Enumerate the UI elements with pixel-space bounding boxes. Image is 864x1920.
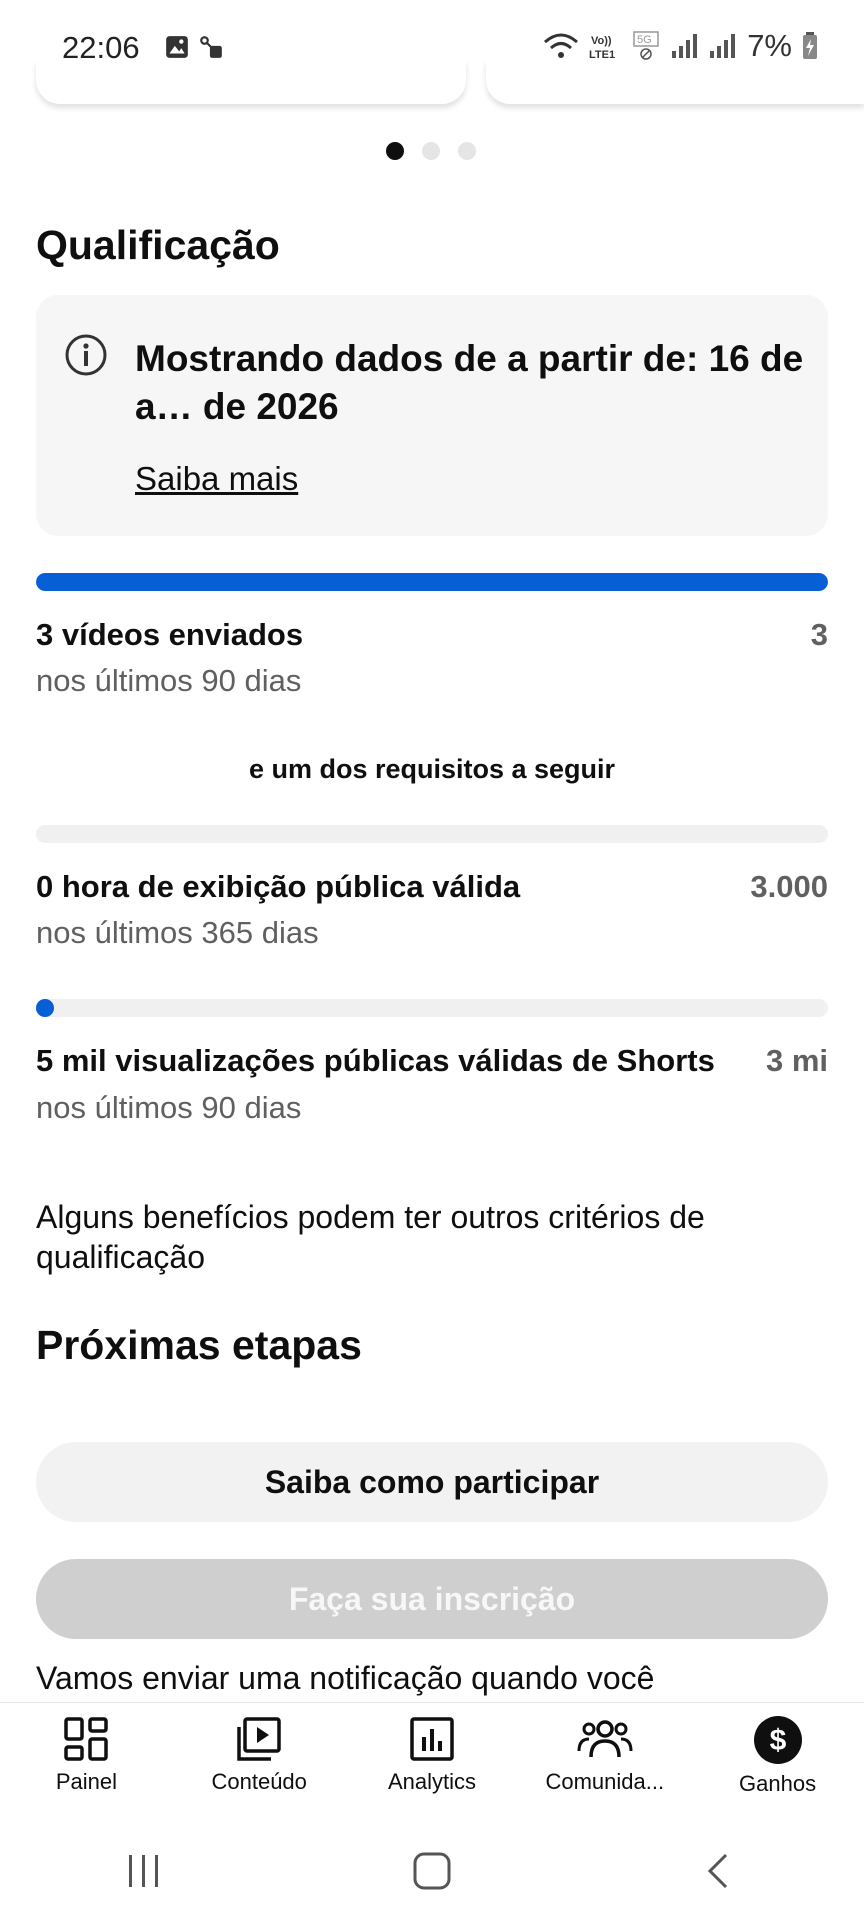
benefit-note: Alguns benefícios podem ter outros crité… [36, 1199, 705, 1275]
requirement-target: 3.000 [750, 869, 828, 904]
section-title-qualification: Qualificação [36, 222, 280, 268]
info-icon [65, 334, 107, 376]
carousel-dot[interactable] [386, 142, 404, 160]
nav-item-dashboard[interactable]: Painel [0, 1703, 173, 1823]
info-card: Mostrando dados de a partir de: 16 de a…… [36, 295, 828, 536]
home-icon[interactable] [412, 1851, 452, 1891]
notification-note: Vamos enviar uma notificação quando você [36, 1660, 655, 1696]
carousel-dot[interactable] [422, 142, 440, 160]
carousel-dot[interactable] [458, 142, 476, 160]
carousel-card[interactable] [486, 60, 864, 104]
battery-icon [803, 32, 817, 59]
signal-icon [672, 34, 698, 58]
progress-bar-shorts-views [36, 999, 828, 1017]
progress-bar-videos [36, 573, 828, 591]
5g-icon: 5G [633, 31, 659, 60]
section-title-next-steps: Próximas etapas [36, 1322, 362, 1368]
key-icon [200, 36, 222, 58]
nav-label: Conteúdo [211, 1769, 307, 1794]
status-system: Vo)) LTE1 5G 7% [543, 28, 818, 64]
learn-how-button[interactable]: Saiba como participar [36, 1442, 828, 1522]
requirement-target: 3 mi [765, 1043, 828, 1078]
requirement-period: nos últimos 90 dias [36, 663, 302, 698]
progress-bar-watch-hours [36, 825, 828, 843]
community-icon [577, 1720, 633, 1758]
content-icon [237, 1717, 281, 1761]
requirement-label: 5 mil visualizações públicas válidas de … [36, 1043, 715, 1078]
analytics-icon [410, 1717, 454, 1761]
system-nav-bar [0, 1822, 864, 1920]
apply-button[interactable]: Faça sua inscrição [36, 1559, 828, 1639]
image-icon [166, 36, 188, 58]
requirement-label: 0 hora de exibição pública válida [36, 869, 521, 904]
nav-item-content[interactable]: Conteúdo [173, 1703, 346, 1823]
nav-label: Analytics [387, 1769, 477, 1794]
nav-label: Comunida... [545, 1769, 665, 1794]
progress-fill [36, 999, 54, 1017]
learn-more-link[interactable]: Saiba mais [135, 460, 298, 498]
requirement-period: nos últimos 365 dias [36, 915, 319, 950]
requirement-period: nos últimos 90 dias [36, 1090, 302, 1125]
nav-item-analytics[interactable]: Analytics [346, 1703, 519, 1823]
svg-text:Vo)): Vo)) [591, 35, 612, 47]
wifi-icon [544, 33, 579, 58]
nav-label: Painel [55, 1769, 117, 1794]
requirement-note: e um dos requisitos a seguir [248, 754, 616, 784]
status-notification-icons [164, 34, 224, 60]
volte-icon: Vo)) LTE1 [589, 35, 615, 60]
bottom-nav: Painel Conteúdo Analytics Comunida... $ … [0, 1702, 864, 1823]
carousel-card[interactable] [36, 60, 466, 104]
battery-percent: 7% [747, 28, 792, 63]
svg-text:LTE1: LTE1 [589, 49, 615, 60]
signal-icon-2 [710, 34, 736, 58]
requirement-label: 3 vídeos enviados [36, 617, 304, 652]
recent-apps-icon[interactable] [124, 1851, 164, 1891]
earn-icon: $ [753, 1716, 802, 1764]
dashboard-icon [64, 1717, 109, 1761]
back-icon[interactable] [700, 1851, 740, 1891]
nav-item-earn[interactable]: $ Ganhos [691, 1703, 864, 1823]
svg-text:$: $ [769, 1724, 786, 1757]
requirement-target: 3 [810, 617, 828, 652]
nav-label: Ganhos [739, 1771, 817, 1796]
carousel-dots [386, 142, 476, 160]
info-text: Mostrando dados de a partir de: 16 de a…… [135, 338, 804, 427]
nav-item-community[interactable]: Comunida... [518, 1703, 691, 1823]
svg-text:5G: 5G [637, 34, 652, 46]
progress-fill [36, 573, 828, 591]
